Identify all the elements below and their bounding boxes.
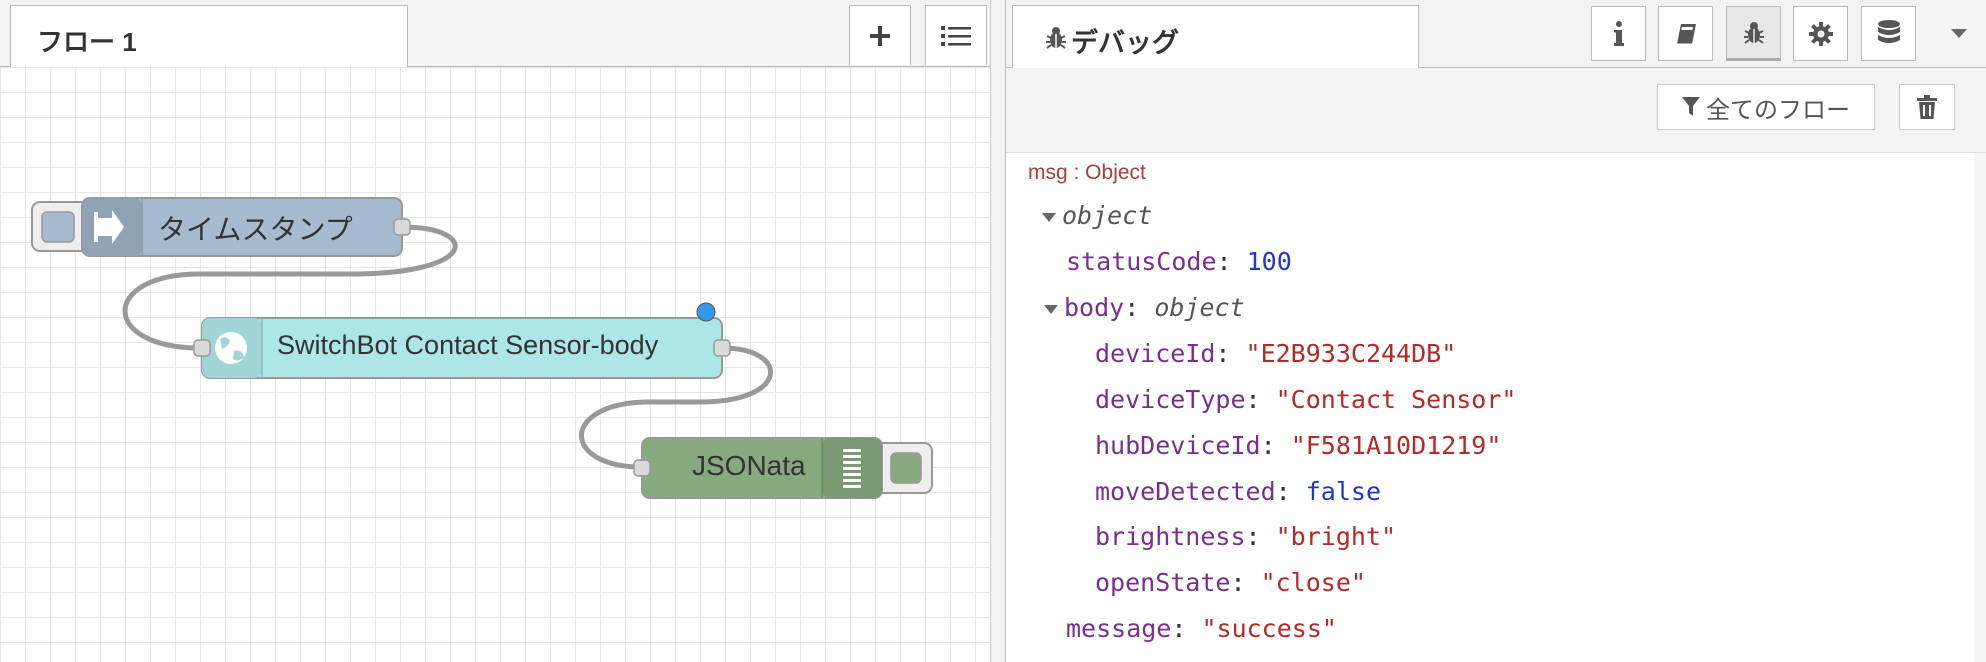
bug-icon [1046,27,1066,49]
jsonata-node-label: JSONata [692,450,806,481]
inject-output-port[interactable] [393,218,411,236]
sidebar-tab-bar: デバッグ [1006,0,1986,68]
globe-icon [215,332,247,364]
debug-tab-label: デバッグ [1071,28,1179,58]
filter-label: 全てのフロー [1706,96,1850,124]
filter-icon [1682,97,1700,116]
http-input-port[interactable] [193,339,211,357]
clear-messages-button[interactable] [1899,84,1955,130]
movedetected-value: false [1305,477,1381,506]
tree-row-hubdeviceid: hubDeviceId: "F581A10D1219" [1095,431,1502,460]
debug-button[interactable] [1726,6,1781,61]
http-node-label: SwitchBot Contact Sensor-body [277,330,659,360]
message-key: message [1066,614,1172,643]
brightness-key: brightness [1095,522,1246,551]
sidebar-menu-button[interactable] [1936,6,1981,61]
tree-row-message: message: "success" [1066,614,1337,643]
debug-toggle-face[interactable] [890,452,922,484]
hubdeviceid-key: hubDeviceId [1095,431,1261,460]
gear-icon [1808,21,1833,46]
inject-button-face[interactable] [41,211,75,243]
book-icon [1676,23,1696,44]
openstate-value: "close" [1260,568,1366,597]
statuscode-key: statusCode [1066,247,1217,276]
http-output-port[interactable] [713,339,731,357]
info-icon [1613,20,1624,46]
tree-row-statuscode: statusCode: 100 [1066,247,1292,276]
help-button[interactable] [1658,6,1713,61]
body-key: body [1064,293,1125,322]
deviceid-key: deviceId [1095,339,1216,368]
devicetype-value: "Contact Sensor" [1275,385,1517,414]
context-data-button[interactable] [1861,6,1916,61]
caret-down-icon [1950,28,1967,38]
brightness-value: "bright" [1275,522,1397,551]
tree-row-openstate: openState: "close" [1095,568,1366,597]
caret-down-icon[interactable] [1042,212,1056,222]
jsonata-input-port[interactable] [633,459,651,477]
tree-row-devicetype: deviceType: "Contact Sensor" [1095,385,1517,414]
tab-debug[interactable]: デバッグ [1012,5,1419,68]
inject-node-label: タイムスタンプ [158,214,353,245]
tree-root[interactable]: object [1042,201,1152,230]
statuscode-value: 100 [1246,247,1292,276]
sidebar: デバッグ 全てのフロー msg: Object object statusCo… [1006,0,1986,662]
sidebar-separator[interactable] [990,0,1006,662]
config-button[interactable] [1793,6,1848,61]
tab-flow-1[interactable]: フロー 1 [10,5,408,67]
tree-row-movedetected: moveDetected: false [1095,477,1381,506]
info-button[interactable] [1591,6,1646,61]
hubdeviceid-value: "F581A10D1219" [1290,431,1502,460]
debug-toolbar: 全てのフロー [1006,68,1986,153]
filter-flows-button[interactable]: 全てのフロー [1657,84,1875,130]
root-type: object [1062,201,1153,230]
flow-tab-label: フロー 1 [37,27,137,57]
flow-list-button[interactable] [925,5,987,65]
tree-row-body[interactable]: body: object [1044,293,1245,322]
changed-indicator-dot [696,302,716,322]
body-type: object [1154,293,1245,322]
bug-icon [1743,21,1764,44]
tree-row-brightness: brightness: "bright" [1095,522,1397,551]
deviceid-value: "E2B933C244DB" [1245,339,1457,368]
flow-canvas[interactable]: タイムスタンプ SwitchBot Contact Sensor-body JS… [0,67,990,662]
movedetected-key: moveDetected [1095,477,1276,506]
tree-row-deviceid: deviceId: "E2B933C244DB" [1095,339,1457,368]
trash-icon [1917,95,1937,119]
caret-down-icon[interactable] [1044,304,1058,314]
openstate-key: openState [1095,568,1231,597]
list-icon [941,25,971,46]
wires-layer [31,197,933,499]
workspace: フロー 1 タイムスタンプ SwitchBot Contact Sensor-b… [0,0,990,662]
message-meta[interactable]: msg : Object [1028,161,1146,185]
workspace-tab-bar: フロー 1 [0,0,990,67]
database-icon [1877,19,1900,43]
devicetype-key: deviceType [1095,385,1246,414]
add-flow-button[interactable] [849,5,911,65]
debug-scrollbar[interactable] [1974,153,1986,662]
debug-message-list: msg : Object object statusCode: 100 body… [1006,153,1986,662]
plus-icon [870,25,890,46]
message-value: "success" [1201,614,1337,643]
